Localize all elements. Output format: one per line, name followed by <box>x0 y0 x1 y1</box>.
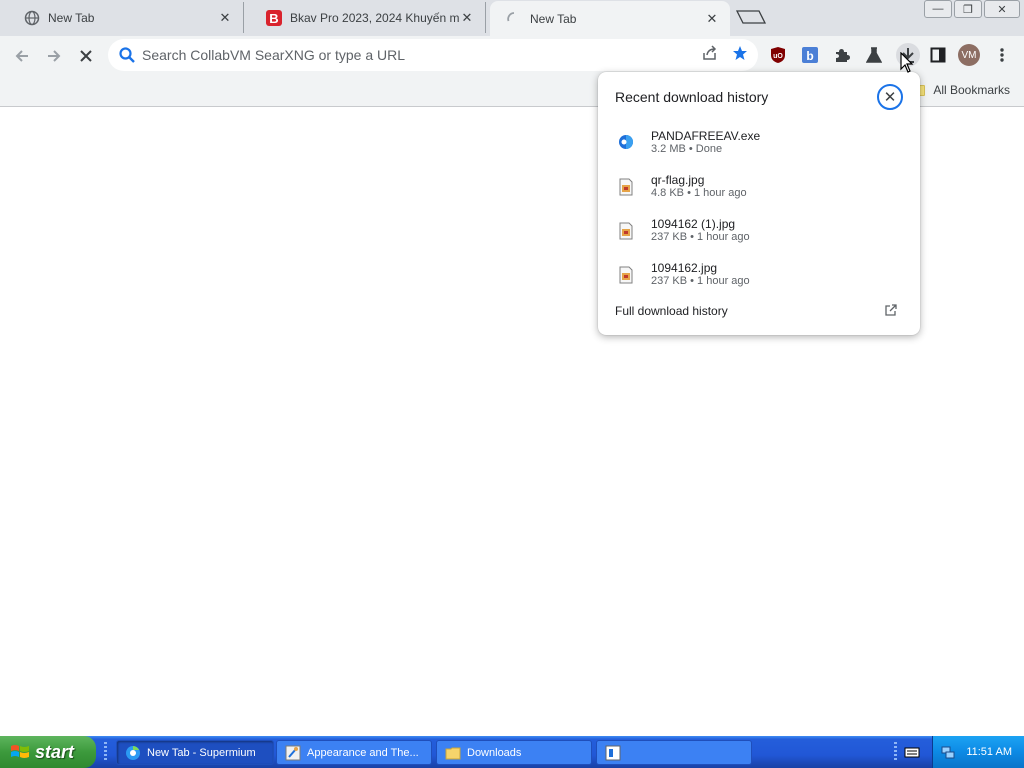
browser-toolbar: uO b VM <box>0 36 1024 75</box>
taskbar: start New Tab - Supermium Appearance and… <box>0 736 1024 768</box>
taskbar-item-downloads[interactable]: Downloads <box>436 740 592 765</box>
tab-new-tab-1[interactable]: New Tab ✕ <box>8 2 244 33</box>
browser-app-icon <box>125 745 141 761</box>
loading-spinner-icon <box>506 11 522 27</box>
download-filename: PANDAFREEAV.exe <box>651 129 761 143</box>
tab-strip: New Tab ✕ B Bkav Pro 2023, 2024 Khuyến m… <box>0 0 1024 36</box>
keyboard-icon[interactable] <box>904 744 920 765</box>
tab-title: New Tab <box>48 10 95 25</box>
bing-extension-icon[interactable]: b <box>800 45 820 65</box>
tab-close-icon[interactable]: ✕ <box>459 10 475 26</box>
screen: New Tab ✕ B Bkav Pro 2023, 2024 Khuyến m… <box>0 0 1024 768</box>
bookmark-star-icon[interactable] <box>732 45 748 66</box>
start-label: start <box>35 741 75 762</box>
close-icon[interactable]: ✕ <box>877 84 903 110</box>
minimize-icon[interactable]: — <box>924 0 952 18</box>
download-meta: 3.2 MB • Done <box>651 143 723 155</box>
download-item[interactable]: 1094162.jpg 237 KB • 1 hour ago <box>598 258 920 298</box>
image-file-icon <box>618 266 634 284</box>
taskbar-grip <box>104 742 107 762</box>
share-icon[interactable] <box>702 44 718 66</box>
image-file-icon <box>618 222 634 240</box>
folder-icon <box>445 745 461 761</box>
extensions-puzzle-icon[interactable] <box>832 45 852 65</box>
system-tray: 11:51 AM <box>932 736 1024 768</box>
bkav-icon: B <box>266 9 282 26</box>
taskbar-item-new-tab[interactable]: New Tab - Supermium <box>116 740 274 765</box>
download-item[interactable]: PANDAFREEAV.exe 3.2 MB • Done <box>598 126 920 166</box>
download-filename: 1094162.jpg <box>651 261 718 275</box>
menu-kebab-icon[interactable] <box>992 45 1012 65</box>
profile-avatar[interactable]: VM <box>958 44 980 66</box>
popup-title: Recent download history <box>615 89 769 105</box>
labs-flask-icon[interactable] <box>864 45 884 65</box>
panda-installer-icon <box>618 134 634 152</box>
stop-loading-icon[interactable] <box>72 42 100 70</box>
globe-icon <box>24 10 40 26</box>
tab-title: Bkav Pro 2023, 2024 Khuyến mại M <box>290 10 459 25</box>
download-meta: 237 KB • 1 hour ago <box>651 231 750 243</box>
window-controls: — ❐ ✕ <box>924 0 1020 18</box>
task-label: Downloads <box>467 746 522 759</box>
clock: 11:51 AM <box>966 746 1012 758</box>
mouse-cursor <box>900 51 914 79</box>
omnibox[interactable] <box>108 39 758 71</box>
all-bookmarks-label: All Bookmarks <box>933 83 1010 97</box>
back-arrow-icon[interactable] <box>8 42 36 70</box>
full-download-history-link[interactable]: Full download history <box>615 304 728 318</box>
task-label: Appearance and The... <box>307 746 419 759</box>
svg-text:b: b <box>806 49 813 63</box>
download-meta: 237 KB • 1 hour ago <box>651 275 750 287</box>
installer-window-icon <box>605 745 621 761</box>
task-label: New Tab - Supermium <box>147 746 256 759</box>
download-history-popup: Recent download history ✕ PANDAFREEAV.ex… <box>598 72 920 335</box>
start-button[interactable]: start <box>0 736 96 768</box>
taskbar-item-installer[interactable] <box>596 740 752 765</box>
ublock-icon[interactable]: uO <box>768 45 788 65</box>
download-item[interactable]: 1094162 (1).jpg 237 KB • 1 hour ago <box>598 214 920 254</box>
download-filename: qr-flag.jpg <box>651 173 705 187</box>
side-panel-icon[interactable] <box>928 45 948 65</box>
download-item[interactable]: qr-flag.jpg 4.8 KB • 1 hour ago <box>598 170 920 210</box>
tab-close-icon[interactable]: ✕ <box>704 11 720 27</box>
control-panel-icon <box>285 745 301 761</box>
new-tab-button[interactable] <box>735 9 767 25</box>
all-bookmarks-button[interactable]: All Bookmarks <box>911 83 1010 97</box>
svg-text:uO: uO <box>773 53 783 60</box>
taskbar-item-appearance[interactable]: Appearance and The... <box>276 740 432 765</box>
search-icon <box>118 46 136 64</box>
tab-bkav[interactable]: B Bkav Pro 2023, 2024 Khuyến mại M ✕ <box>250 2 486 33</box>
close-window-icon[interactable]: ✕ <box>984 0 1020 18</box>
restore-icon[interactable]: ❐ <box>954 0 982 18</box>
image-file-icon <box>618 178 634 196</box>
network-icon[interactable] <box>940 744 956 760</box>
download-filename: 1094162 (1).jpg <box>651 217 736 231</box>
tab-new-tab-active[interactable]: New Tab ✕ <box>490 1 730 36</box>
address-input[interactable] <box>142 47 702 63</box>
forward-arrow-icon[interactable] <box>40 42 68 70</box>
taskbar-grip <box>894 742 897 762</box>
tab-close-icon[interactable]: ✕ <box>217 10 233 26</box>
tab-title: New Tab <box>530 11 577 26</box>
download-meta: 4.8 KB • 1 hour ago <box>651 187 747 199</box>
open-in-new-icon[interactable] <box>884 303 898 317</box>
svg-text:B: B <box>269 11 278 26</box>
windows-flag-icon <box>10 743 30 761</box>
